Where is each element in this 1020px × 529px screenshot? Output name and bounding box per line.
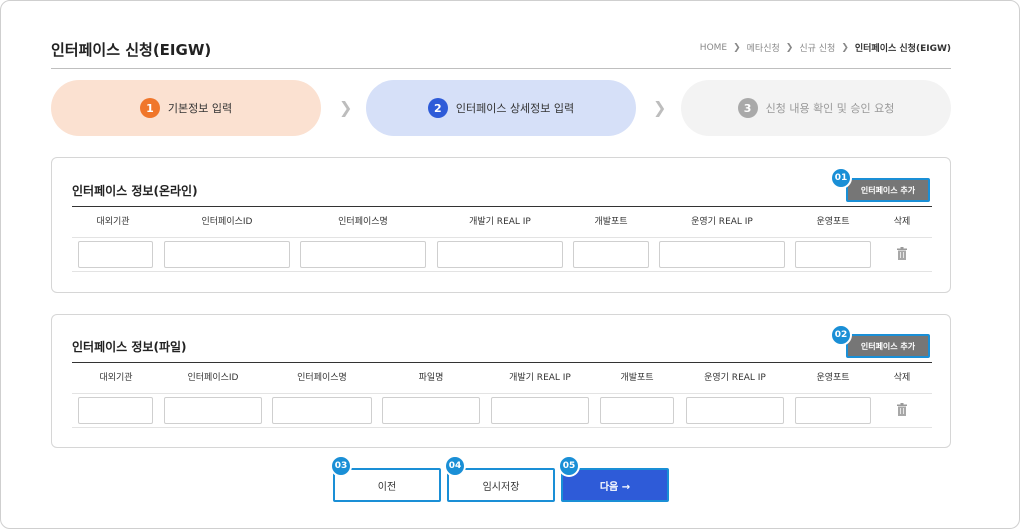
breadcrumb-new-request[interactable]: 신규 신청 [799,41,835,54]
interface-id-input[interactable] [164,241,290,268]
page-header: 인터페이스 신청(EIGW) HOME ❯ 메타신청 ❯ 신규 신청 ❯ 인터페… [51,37,951,69]
breadcrumb-home[interactable]: HOME [700,43,727,53]
callout-badge: 02 [830,324,852,346]
file-name-input[interactable] [382,397,480,424]
breadcrumb: HOME ❯ 메타신청 ❯ 신규 신청 ❯ 인터페이스 신청(EIGW) [700,41,951,55]
col-header: 인터페이스ID [201,217,253,227]
step-label: 인터페이스 상세정보 입력 [455,102,575,115]
chevron-right-icon: ❯ [785,42,794,53]
col-header: 대외기관 [96,217,130,227]
breadcrumb-current: 인터페이스 신청(EIGW) [854,44,951,54]
file-add-interface-button[interactable]: 인터페이스 추가 [846,334,930,358]
interface-id-input[interactable] [164,397,262,424]
col-header: 대외기관 [99,373,133,383]
callout-badge: 03 [330,455,352,477]
chevron-right-icon: ❯ [841,42,849,53]
external-org-input[interactable] [78,241,153,268]
trash-icon[interactable] [897,403,907,416]
file-panel-title: 인터페이스 정보(파일) [72,340,187,354]
app-frame: 인터페이스 신청(EIGW) HOME ❯ 메타신청 ❯ 신규 신청 ❯ 인터페… [0,0,1020,529]
table-row [72,238,932,272]
breadcrumb-meta-request[interactable]: 메타신청 [747,41,780,54]
col-header: 운영기 REAL IP [691,217,753,227]
dev-port-input[interactable] [600,397,674,424]
dev-real-ip-input[interactable] [437,241,563,268]
dev-port-input[interactable] [573,241,649,268]
file-interface-table: 대외기관 인터페이스ID 인터페이스명 파일명 개발기 REAL IP 개발포트… [72,362,932,428]
col-header: 인터페이스명 [297,373,347,383]
chevron-right-icon: ❯ [733,42,741,53]
prod-port-input[interactable] [795,241,871,268]
prod-port-input[interactable] [795,397,871,424]
table-header: 대외기관 인터페이스ID 인터페이스명 파일명 개발기 REAL IP 개발포트… [72,362,932,394]
col-header: 인터페이스ID [187,373,239,383]
col-header: 운영포트 [816,217,850,227]
online-interface-table: 대외기관 인터페이스ID 인터페이스명 개발기 REAL IP 개발포트 운영기… [72,206,932,272]
step-label: 신청 내용 확인 및 승인 요청 [765,102,895,115]
step-interface-detail: 2 인터페이스 상세정보 입력 [366,80,636,136]
callout-badge: 01 [830,167,852,189]
interface-name-input[interactable] [272,397,372,424]
step-number: 2 [427,98,448,118]
table-header: 대외기관 인터페이스ID 인터페이스명 개발기 REAL IP 개발포트 운영기… [72,206,932,238]
callout-badge: 04 [444,455,466,477]
col-header: 삭제 [893,373,911,383]
col-header: 개발포트 [620,373,654,383]
step-label: 기본정보 입력 [167,102,233,115]
dev-real-ip-input[interactable] [491,397,589,424]
online-interface-panel: 인터페이스 정보(온라인) 인터페이스 추가 01 대외기관 인터페이스ID 인… [51,157,951,293]
external-org-input[interactable] [78,397,153,424]
table-row [72,394,932,428]
chevron-right-icon: ❯ [653,98,667,117]
col-header: 파일명 [418,373,444,383]
step-number: 1 [139,98,160,118]
step-confirm-approval: 3 신청 내용 확인 및 승인 요청 [681,80,951,136]
prod-real-ip-input[interactable] [659,241,785,268]
page-title: 인터페이스 신청(EIGW) [51,41,212,59]
chevron-right-icon: ❯ [339,98,353,117]
interface-name-input[interactable] [300,241,426,268]
callout-badge: 05 [558,455,580,477]
trash-icon[interactable] [897,247,907,260]
col-header: 운영포트 [816,373,850,383]
col-header: 개발기 REAL IP [509,373,571,383]
step-indicator: 1 기본정보 입력 ❯ 2 인터페이스 상세정보 입력 ❯ 3 신청 내용 확인… [51,80,951,136]
col-header: 개발포트 [594,217,628,227]
step-number: 3 [737,98,758,118]
file-interface-panel: 인터페이스 정보(파일) 인터페이스 추가 02 대외기관 인터페이스ID 인터… [51,314,951,448]
online-panel-title: 인터페이스 정보(온라인) [72,184,198,198]
step-basic-info: 1 기본정보 입력 [51,80,321,136]
col-header: 삭제 [893,217,911,227]
col-header: 개발기 REAL IP [469,217,531,227]
col-header: 운영기 REAL IP [704,373,766,383]
online-add-interface-button[interactable]: 인터페이스 추가 [846,178,930,202]
col-header: 인터페이스명 [338,217,388,227]
prod-real-ip-input[interactable] [686,397,784,424]
